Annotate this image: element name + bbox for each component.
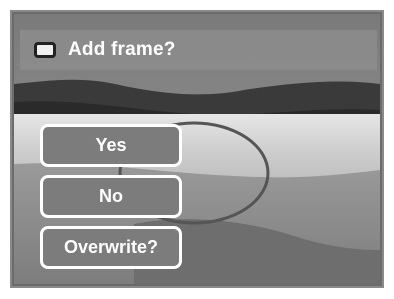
yes-button-label: Yes: [95, 135, 127, 155]
dialog-title: Add frame?: [68, 39, 176, 60]
dialog-title-bar: Add frame?: [20, 30, 377, 70]
no-button[interactable]: No: [40, 175, 182, 218]
frame-icon: [34, 42, 56, 58]
overwrite-button-label: Overwrite?: [63, 237, 159, 257]
camera-screen: Add frame? Yes No Overwrite?: [0, 0, 394, 299]
no-button-label: No: [99, 186, 123, 206]
yes-button[interactable]: Yes: [40, 124, 182, 167]
overwrite-button[interactable]: Overwrite?: [40, 226, 182, 269]
